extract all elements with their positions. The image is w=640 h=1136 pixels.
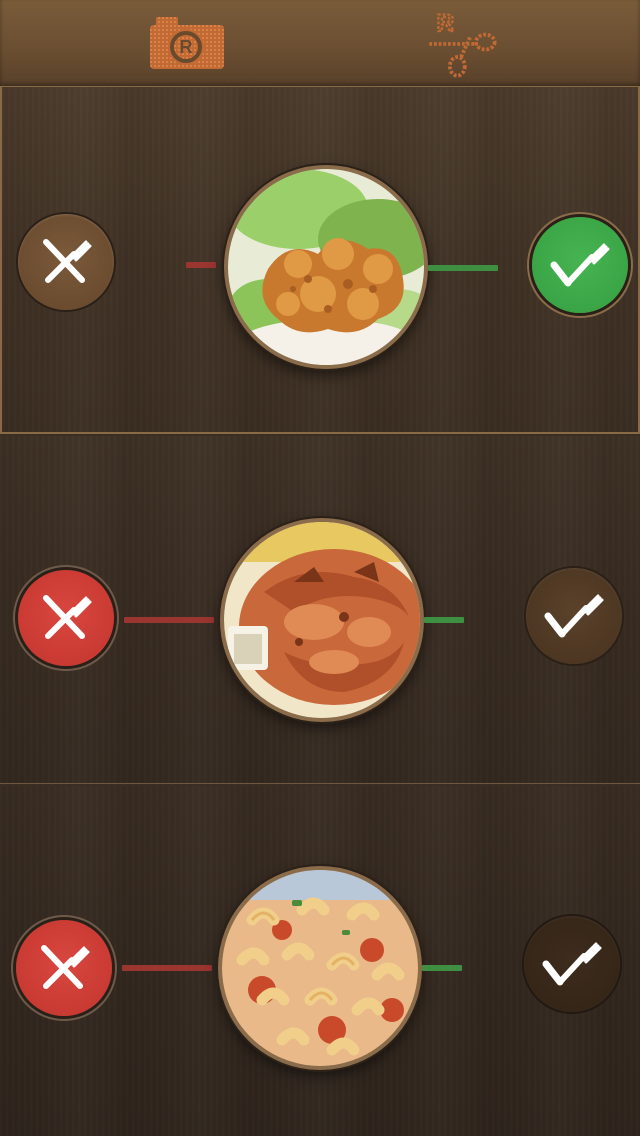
like-connector <box>424 617 464 623</box>
dislike-button[interactable] <box>18 570 114 666</box>
svg-text:R: R <box>437 10 455 37</box>
food-photo[interactable] <box>220 518 424 722</box>
check-fork-icon <box>542 942 602 986</box>
dislike-connector <box>124 617 214 623</box>
like-connector <box>422 965 462 971</box>
like-button[interactable] <box>526 568 622 664</box>
crossed-fork-knife-icon <box>41 945 90 989</box>
food-row <box>0 86 640 434</box>
check-fork-icon <box>544 594 604 638</box>
food-photo[interactable] <box>224 165 428 369</box>
dislike-button[interactable] <box>18 214 114 310</box>
food-row <box>0 436 640 784</box>
roast-chicken-photo <box>224 522 420 718</box>
camera-r-icon: R <box>150 17 224 69</box>
like-button[interactable] <box>532 217 628 313</box>
dislike-button[interactable] <box>16 920 112 1016</box>
like-connector <box>428 265 498 271</box>
fried-chicken-photo <box>228 169 424 365</box>
crossed-fork-knife-icon <box>43 239 92 283</box>
like-button[interactable] <box>524 916 620 1012</box>
top-toolbar: R R <box>0 0 640 87</box>
svg-text:R: R <box>180 37 193 57</box>
check-fork-icon <box>550 243 610 287</box>
scissors-r-button[interactable]: R <box>420 6 504 80</box>
food-photo[interactable] <box>218 866 422 1070</box>
crossed-fork-knife-icon <box>43 595 92 639</box>
dislike-connector <box>186 262 216 268</box>
macaroni-pasta-photo <box>222 870 418 1066</box>
dislike-connector <box>122 965 212 971</box>
camera-r-button[interactable]: R <box>144 6 228 80</box>
scissors-r-icon: R <box>429 9 497 78</box>
food-row <box>0 786 640 1136</box>
